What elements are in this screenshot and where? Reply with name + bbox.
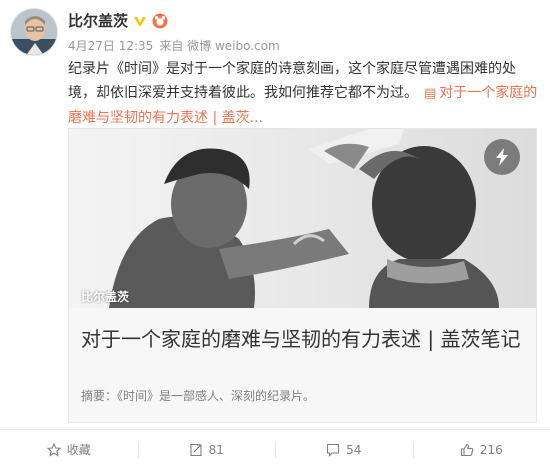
member-badge-icon[interactable] [152, 13, 168, 29]
article-card[interactable]: 比尔盖茨 对于一个家庭的磨难与坚韧的有力表述 | 盖茨笔记 摘要：《时间》是一部… [68, 128, 537, 423]
post-source[interactable]: 来自 微博 weibo.com [159, 37, 279, 54]
lightning-icon[interactable] [484, 139, 520, 175]
action-bar: 收藏 81 54 216 [0, 429, 550, 469]
user-name-row: 比尔盖茨 [68, 10, 168, 31]
favorite-button[interactable]: 收藏 [0, 430, 138, 469]
like-count: 216 [479, 442, 503, 457]
card-title[interactable]: 对于一个家庭的磨难与坚韧的有力表述 | 盖茨笔记 [81, 324, 521, 354]
verified-icon [132, 13, 148, 29]
repost-count: 81 [208, 442, 224, 457]
card-summary: 摘要：《时间》是一部感人、深刻的纪录片。 [81, 389, 316, 403]
like-button[interactable]: 216 [412, 430, 550, 469]
post-text: 纪录片《时间》是对于一个家庭的诗意刻画，这个家庭尽管遭遇困难的处境，却依旧深爱并… [68, 57, 538, 130]
link-icon[interactable]: ▤ [424, 86, 436, 101]
comment-icon [327, 443, 340, 457]
favorite-label: 收藏 [66, 443, 91, 457]
repost-button[interactable]: 81 [137, 430, 276, 469]
post-date[interactable]: 4月27日 12:35 [68, 37, 153, 54]
image-watermark: 比尔盖茨 [81, 290, 130, 304]
thumbs-up-icon [460, 443, 474, 456]
article-cover-image[interactable] [69, 129, 536, 308]
comment-button[interactable]: 54 [275, 430, 413, 469]
author-name[interactable]: 比尔盖茨 [68, 10, 128, 31]
repost-icon [190, 443, 202, 456]
comment-count: 54 [346, 442, 362, 457]
post-meta: 4月27日 12:35 来自 微博 weibo.com [68, 37, 280, 54]
avatar[interactable] [10, 8, 58, 56]
star-icon [46, 442, 61, 457]
